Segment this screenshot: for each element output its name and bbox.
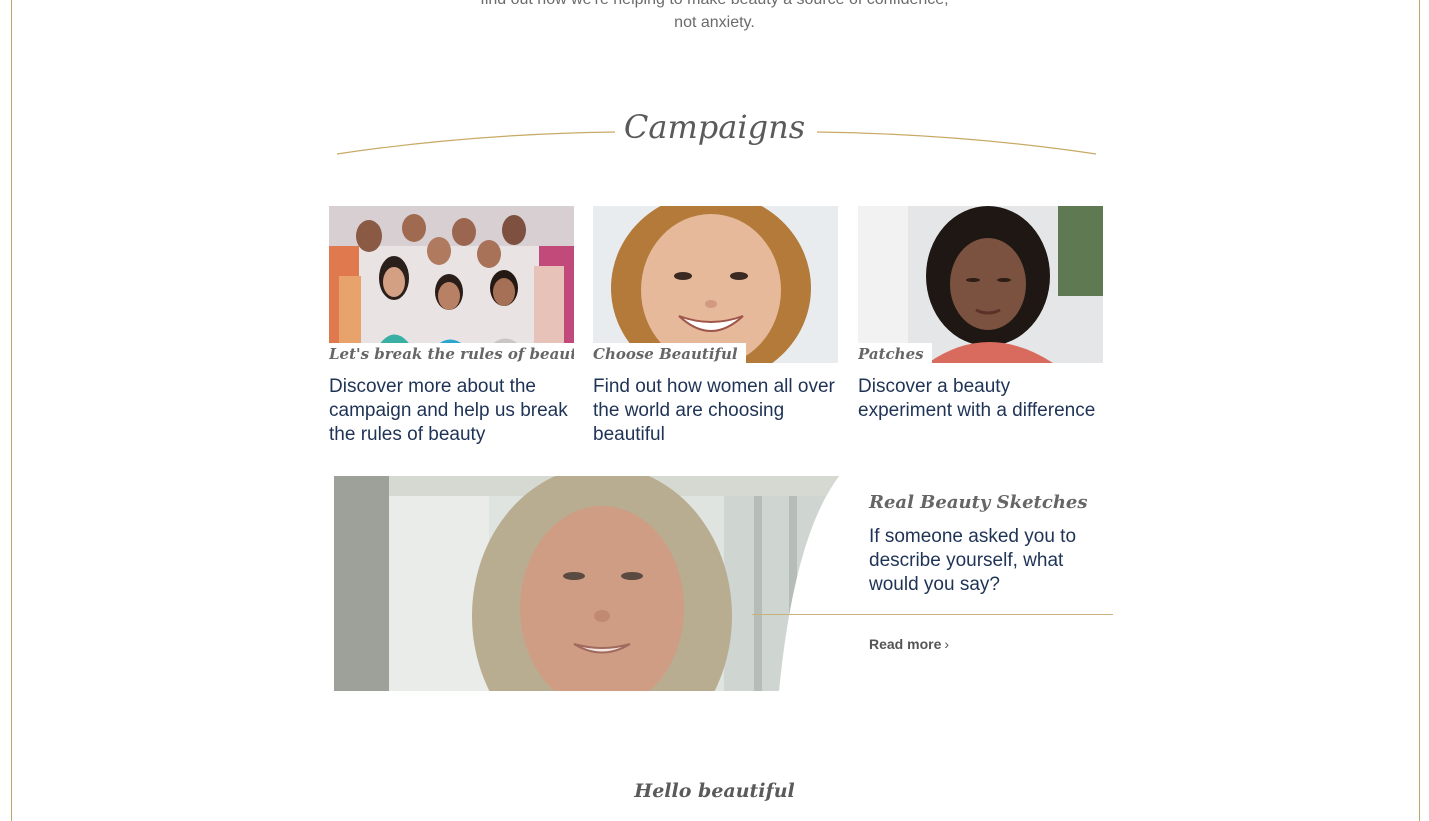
card-description[interactable]: Discover a beauty experiment with a diff… (858, 375, 1103, 423)
card-description[interactable]: Discover more about the campaign and hel… (329, 375, 574, 447)
campaign-card-choose-beautiful[interactable]: Choose Beautiful Find out how women all … (593, 206, 838, 447)
smiling-blonde-woman-photo[interactable] (334, 476, 839, 691)
hello-beautiful-heading: Hello beautiful (634, 780, 795, 802)
card-tag: Choose Beautiful (593, 343, 746, 363)
card-tag: Let's break the rules of beauty (329, 343, 574, 363)
campaign-card-rules-of-beauty[interactable]: Let's break the rules of beauty Discover… (329, 206, 574, 447)
intro-text: find out how we're helping to make beaut… (0, 0, 1429, 34)
intro-line-2: not anxiety. (674, 14, 755, 31)
read-more-label: Read more (869, 636, 942, 652)
smiling-woman-photo[interactable]: Choose Beautiful (593, 206, 838, 363)
section-title-campaigns: Campaigns (623, 108, 806, 146)
woman-looking-down-photo[interactable]: Patches (858, 206, 1103, 363)
group-of-women-photo[interactable]: Let's break the rules of beauty (329, 206, 574, 363)
campaign-card-patches[interactable]: Patches Discover a beauty experiment wit… (858, 206, 1103, 423)
feature-divider (752, 614, 1113, 615)
card-tag: Patches (858, 343, 932, 363)
chevron-right-icon: › (944, 636, 950, 652)
read-more-link[interactable]: Read more › (869, 636, 949, 652)
card-description[interactable]: Find out how women all over the world ar… (593, 375, 838, 447)
feature-title: Real Beauty Sketches (869, 492, 1088, 513)
intro-line-1: find out how we're helping to make beaut… (0, 0, 1429, 11)
feature-description: If someone asked you to describe yoursel… (869, 526, 1077, 595)
